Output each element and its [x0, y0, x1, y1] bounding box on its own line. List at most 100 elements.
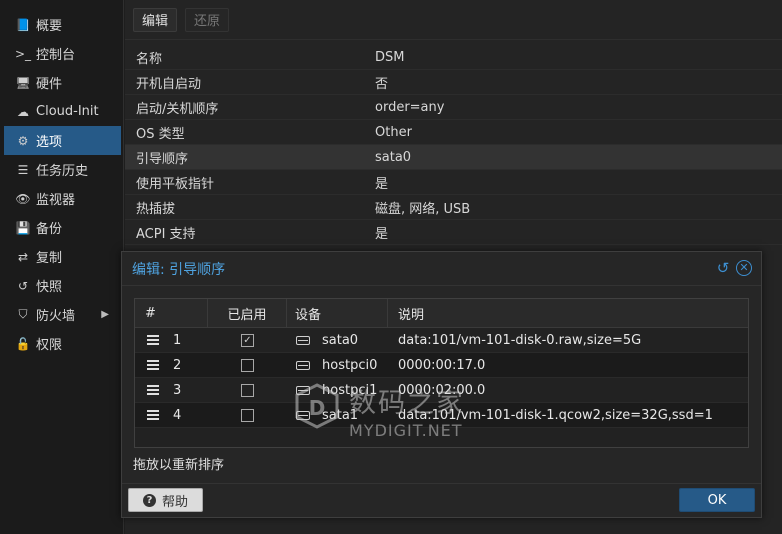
sidebar-item-8[interactable]: ⇄ 复制	[0, 242, 123, 271]
option-row[interactable]: OS 类型 Other	[125, 120, 782, 145]
option-row[interactable]: 启动/关机顺序 order=any	[125, 95, 782, 120]
option-value: DSM	[375, 49, 405, 65]
cloud-icon: ☁	[17, 104, 29, 119]
sidebar-item-label: 快照	[36, 280, 63, 295]
device-description: data:101/vm-101-disk-1.qcow2,size=32G,ss…	[398, 407, 713, 423]
history-icon: ↺	[17, 278, 29, 293]
sidebar-item-5[interactable]: ☰ 任务历史	[0, 155, 123, 184]
row-number: 3	[173, 382, 182, 398]
floppy-icon: 💾	[15, 220, 31, 235]
sidebar-item-label: 选项	[36, 135, 63, 150]
hdd-icon	[296, 335, 310, 345]
sidebar-item-11[interactable]: 🔓 权限	[0, 329, 123, 358]
close-icon[interactable]: ✕	[736, 260, 752, 276]
sidebar-item-label: 硬件	[36, 77, 63, 92]
sidebar-item-label: Cloud-Init	[36, 104, 99, 119]
sidebar-item-label: 防火墙	[36, 309, 76, 324]
option-row[interactable]: ACPI 支持 是	[125, 220, 782, 245]
option-value: 磁盘, 网络, USB	[375, 201, 471, 217]
option-value: 否	[375, 76, 389, 92]
sidebar-item-label: 权限	[36, 338, 63, 353]
column-header-num[interactable]: #	[135, 299, 208, 327]
device-name: sata1	[322, 407, 359, 423]
option-row[interactable]: 名称 DSM	[125, 45, 782, 70]
gear-icon: ⚙	[17, 133, 29, 148]
sidebar-item-0[interactable]: 📘 概要	[0, 10, 123, 39]
option-value: order=any	[375, 99, 445, 115]
sidebar-item-9[interactable]: ↺ 快照	[0, 271, 123, 300]
enabled-checkbox[interactable]	[241, 358, 254, 372]
device-name: sata0	[322, 332, 359, 348]
sidebar-item-6[interactable]: 👁 监视器	[0, 184, 123, 213]
sidebar-item-3[interactable]: ☁ Cloud-Init	[0, 97, 123, 126]
option-key: 引导顺序	[136, 151, 189, 167]
option-value: 是	[375, 226, 389, 242]
table-row[interactable]: 3 hostpci1 0000:02:00.0	[135, 378, 748, 403]
table-row[interactable]: 2 hostpci0 0000:00:17.0	[135, 353, 748, 378]
table-row[interactable]: 1 ✓ sata0 data:101/vm-101-disk-0.raw,size=5…	[135, 328, 748, 353]
help-label: 帮助	[162, 494, 189, 510]
option-key: ACPI 支持	[136, 226, 196, 242]
enabled-checkbox[interactable]	[241, 383, 254, 397]
ok-button[interactable]: OK	[679, 488, 755, 512]
question-icon: ?	[143, 493, 156, 507]
boot-order-dialog: 编辑: 引导顺序 ↺ ✕ # 已启用 设备 说明 1 ✓ sata0 data:101…	[121, 251, 762, 518]
retweet-icon: ⇄	[17, 249, 29, 264]
grid-body: 1 ✓ sata0 data:101/vm-101-disk-0.raw,size=5…	[135, 328, 748, 428]
sidebar-item-label: 复制	[36, 251, 63, 266]
column-header-device[interactable]: 设备	[287, 299, 388, 327]
eye-icon: 👁	[15, 191, 31, 206]
column-header-desc[interactable]: 说明	[388, 299, 748, 327]
dialog-title: 编辑: 引导顺序	[132, 261, 226, 278]
enabled-checkbox[interactable]: ✓	[241, 333, 254, 347]
option-key: 开机自启动	[136, 76, 202, 92]
hdd-icon	[296, 385, 310, 395]
monitor-icon: 🖥	[15, 75, 31, 90]
drag-handle-icon[interactable]	[147, 333, 159, 347]
sidebar-item-label: 概要	[36, 19, 63, 34]
column-header-enabled[interactable]: 已启用	[208, 299, 287, 327]
sidebar-item-2[interactable]: 🖥 硬件	[0, 68, 123, 97]
sidebar-item-label: 任务历史	[36, 164, 89, 179]
option-row[interactable]: 开机自启动 否	[125, 70, 782, 95]
sidebar-item-label: 监视器	[36, 193, 76, 208]
sidebar-item-4[interactable]: ⚙ 选项	[4, 126, 121, 155]
expand-arrow-icon[interactable]: ▶	[101, 309, 109, 320]
reset-icon[interactable]: ↺	[715, 260, 731, 276]
option-key: 启动/关机顺序	[136, 101, 219, 117]
sidebar-item-1[interactable]: >_ 控制台	[0, 39, 123, 68]
option-row[interactable]: 热插拔 磁盘, 网络, USB	[125, 195, 782, 220]
option-value: 是	[375, 176, 389, 192]
drag-handle-icon[interactable]	[147, 383, 159, 397]
shield-icon: ⛉	[18, 307, 28, 321]
enabled-checkbox[interactable]	[241, 408, 254, 422]
options-list: 名称 DSM 开机自启动 否启动/关机顺序 order=any OS 类型 Other 引导顺…	[125, 45, 782, 245]
option-row[interactable]: 引导顺序 sata0	[125, 145, 782, 170]
option-key: 热插拔	[136, 201, 176, 217]
drag-handle-icon[interactable]	[147, 408, 159, 422]
option-row[interactable]: 使用平板指针 是	[125, 170, 782, 195]
dialog-header: 编辑: 引导顺序 ↺ ✕	[122, 252, 761, 286]
help-button[interactable]: ? 帮助	[128, 488, 203, 512]
hdd-icon	[296, 410, 310, 420]
table-row[interactable]: 4 sata1 data:101/vm-101-disk-1.qcow2,size=…	[135, 403, 748, 428]
sidebar-item-10[interactable]: ⛉ 防火墙 ▶	[0, 300, 123, 329]
device-description: 0000:00:17.0	[398, 357, 486, 373]
edit-button[interactable]: 编辑	[133, 7, 178, 32]
sidebar-item-label: 备份	[36, 222, 63, 237]
revert-button[interactable]: 还原	[185, 7, 230, 32]
drag-hint: 拖放以重新排序	[133, 458, 225, 473]
hdd-icon	[296, 360, 310, 370]
terminal-icon: >_	[14, 46, 32, 61]
toolbar: 编辑 还原	[125, 0, 782, 40]
book-icon: 📘	[15, 17, 31, 32]
drag-handle-icon[interactable]	[147, 358, 159, 372]
device-description: 0000:02:00.0	[398, 382, 486, 398]
option-key: 名称	[136, 51, 163, 67]
option-value: Other	[375, 124, 412, 140]
sidebar: 📘 概要 >_ 控制台 🖥 硬件 ☁ Cloud-Init ⚙ 选项 ☰ 任务历史 👁 监视器 💾 备份 ⇄ 复制…	[0, 0, 124, 534]
sidebar-item-7[interactable]: 💾 备份	[0, 213, 123, 242]
row-number: 2	[173, 357, 182, 373]
device-name: hostpci1	[322, 382, 378, 398]
row-number: 1	[173, 332, 182, 348]
